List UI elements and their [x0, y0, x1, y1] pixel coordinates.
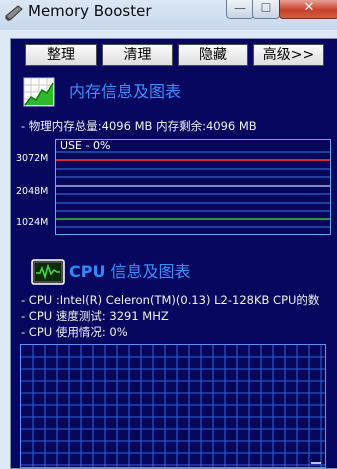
cpu-monitor-icon	[31, 259, 65, 285]
memory-section-title: 内存信息及图表	[69, 82, 182, 101]
mem-y-label-3072: 3072M	[16, 153, 49, 164]
memory-summary: - 物理内存总量:4096 MB 内存剩余:4096 MB	[21, 119, 257, 133]
memory-booster-app-icon	[5, 5, 23, 21]
cpu-title-prefix: CPU	[69, 262, 106, 281]
cpu-usage-line: - CPU 使用情况: 0%	[21, 325, 128, 339]
window-title: Memory Booster	[28, 2, 152, 20]
cpu-usage-graph	[20, 344, 326, 468]
cpu-section-title: CPU 信息及图表	[69, 262, 191, 282]
cpu-title-suffix: 信息及图表	[105, 262, 191, 281]
tab-organize[interactable]: 整理	[25, 44, 97, 66]
cpu-model-line: - CPU :Intel(R) Celeron(TM)(0.13) L2-128…	[21, 293, 320, 307]
cpu-speed-line: - CPU 速度测试: 3291 MHZ	[21, 309, 169, 323]
tab-hide[interactable]: 隐藏	[178, 44, 248, 66]
tab-clean[interactable]: 清理	[102, 44, 173, 66]
memory-usage-graph: USE - 0%	[55, 139, 331, 235]
main-panel: 整理 清理 隐藏 高级>> 内存信息及图表 - 物理内存总量:4096 MB 内…	[10, 38, 337, 469]
memory-use-label: USE - 0%	[60, 139, 111, 152]
mem-y-label-1024: 1024M	[16, 217, 49, 228]
memory-graph-lines	[56, 151, 330, 228]
minimize-icon: —	[234, 1, 246, 15]
cpu-graph-grid	[21, 345, 325, 467]
close-icon: ✕	[303, 0, 315, 15]
title-bar[interactable]: Memory Booster — ☐ ✕	[0, 0, 337, 30]
maximize-icon: ☐	[260, 1, 272, 15]
memory-chart-icon	[23, 77, 55, 107]
tab-advanced[interactable]: 高级>>	[253, 44, 324, 66]
close-button[interactable]: ✕	[279, 0, 337, 19]
maximize-button[interactable]: ☐	[252, 0, 280, 19]
minimize-button[interactable]: —	[226, 0, 254, 19]
mem-y-label-2048: 2048M	[16, 186, 49, 197]
